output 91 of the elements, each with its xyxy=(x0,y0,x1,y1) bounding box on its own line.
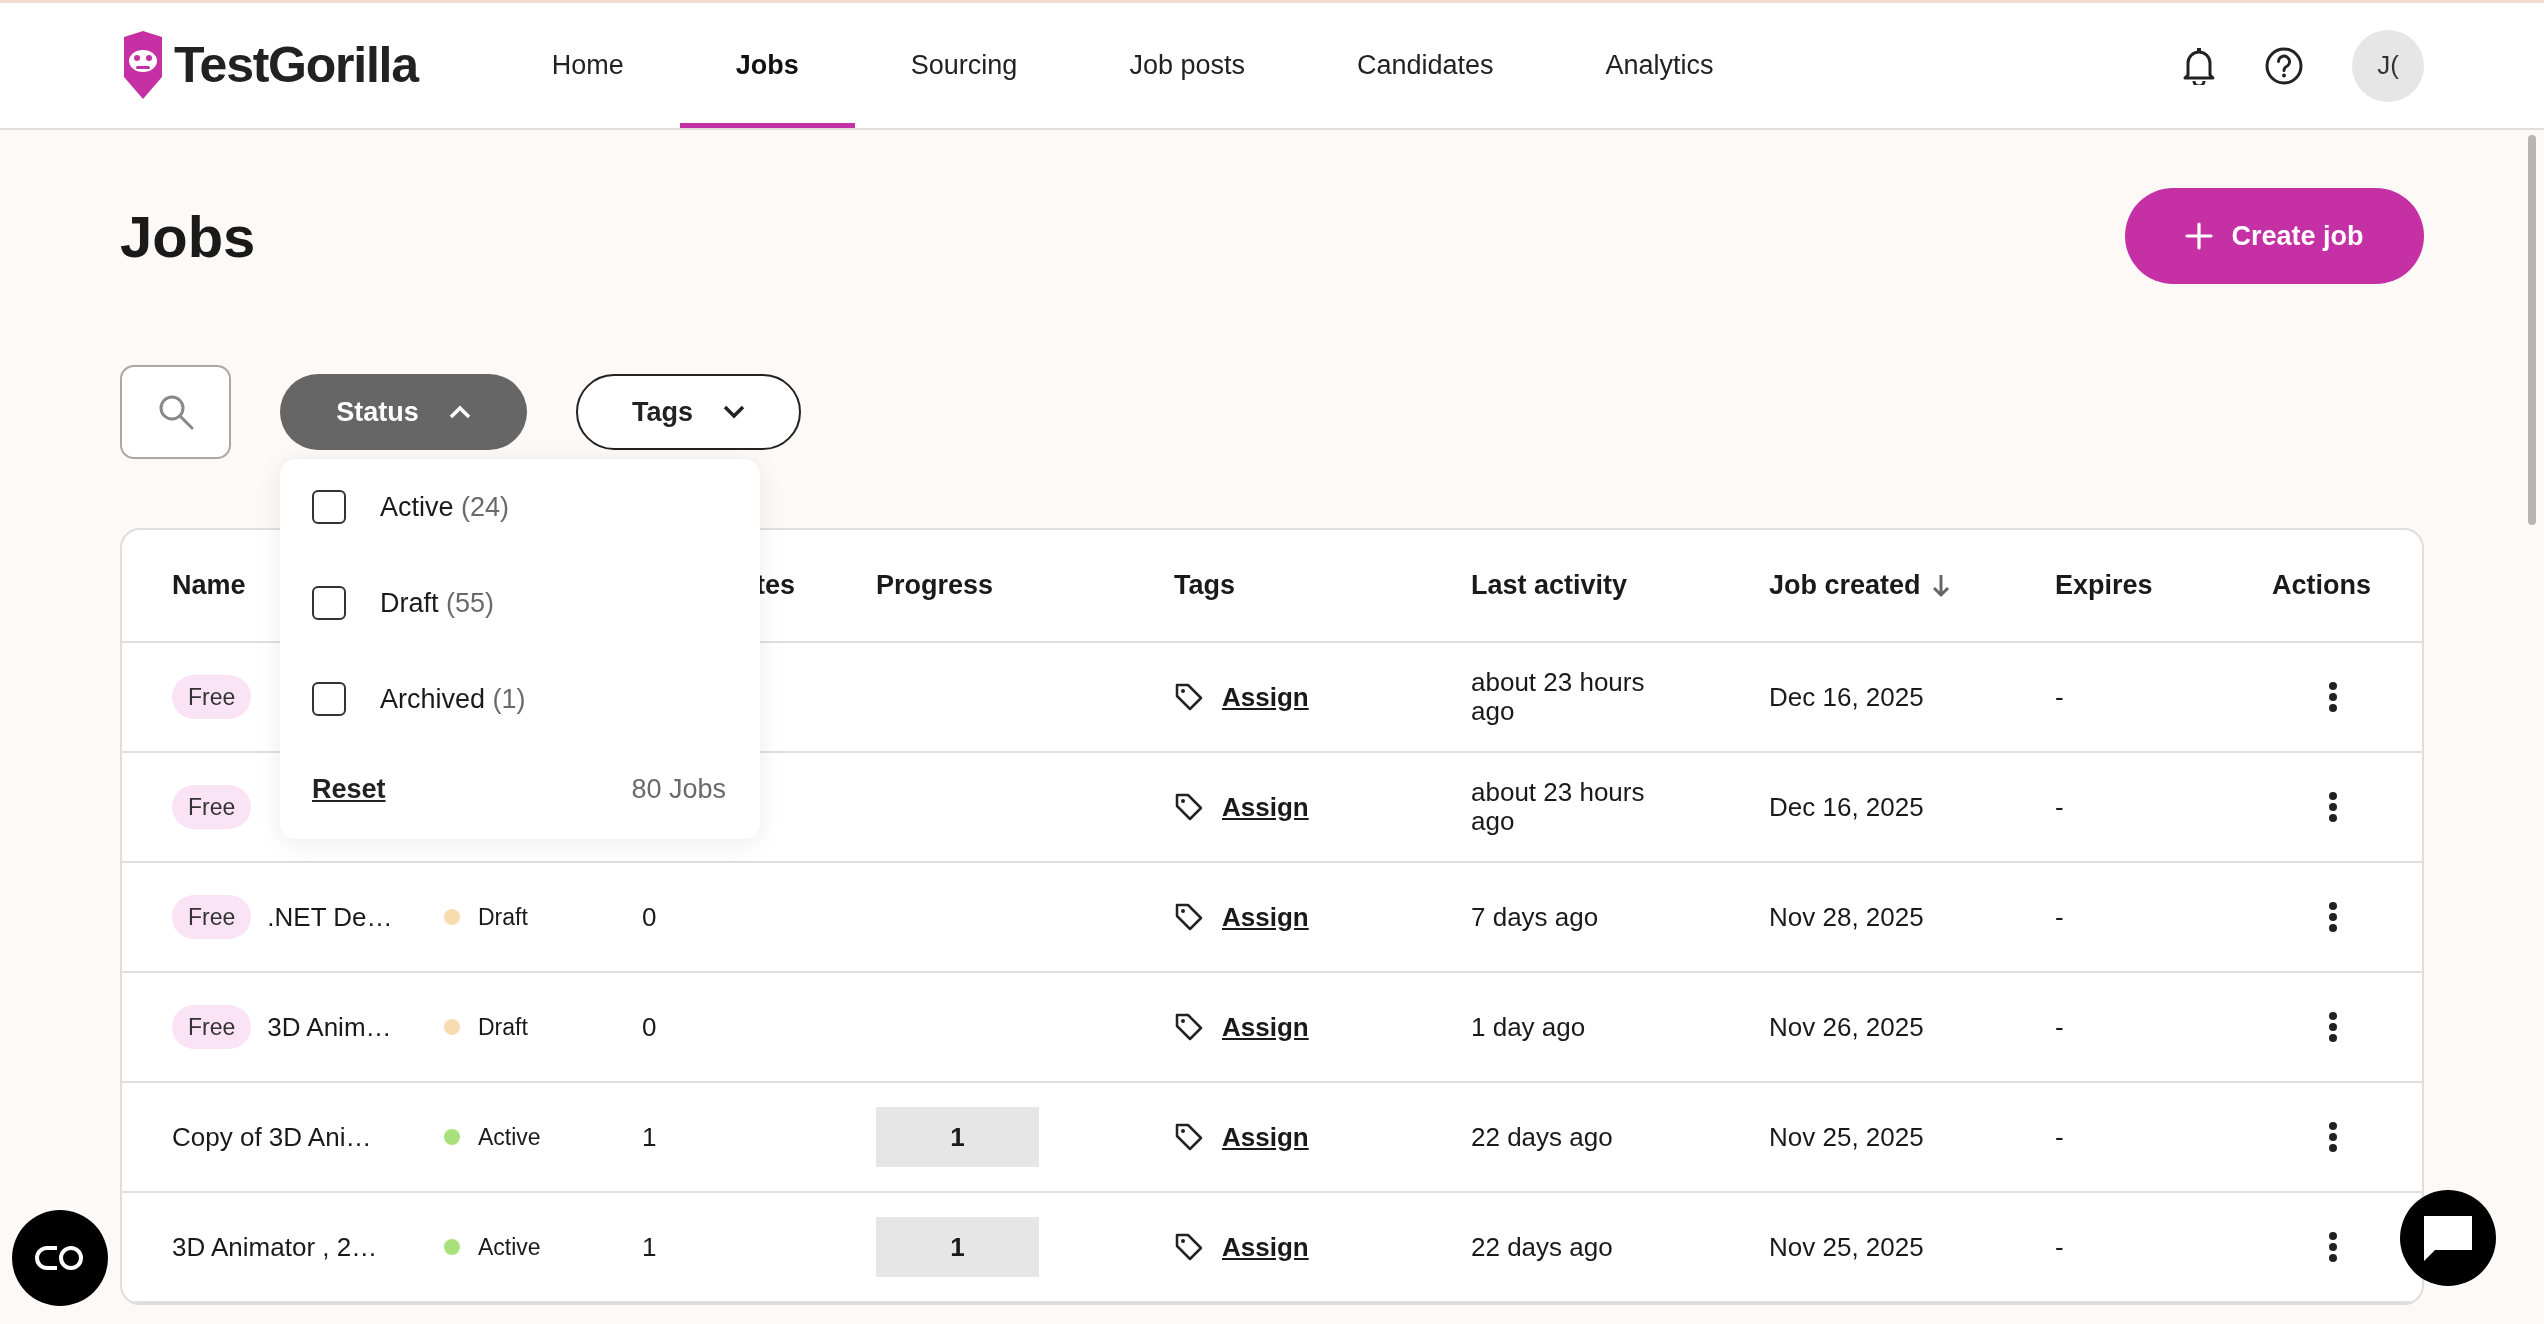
nav-tab[interactable]: Home xyxy=(495,3,680,128)
job-created-date: Nov 28, 2025 xyxy=(1769,900,1925,934)
more-options-icon[interactable] xyxy=(2328,1231,2338,1263)
job-name[interactable]: .NET De… xyxy=(267,897,393,937)
candidates-count: 0 xyxy=(642,901,657,932)
page-title: Jobs xyxy=(120,202,256,271)
progress-count: 1 xyxy=(876,1107,1039,1167)
column-header[interactable]: Job created xyxy=(1769,565,1921,606)
more-options-icon[interactable] xyxy=(2328,1011,2338,1043)
free-badge: Free xyxy=(172,895,252,939)
logo-text: TestGorilla xyxy=(174,36,418,95)
last-activity-text: about 23 hours ago xyxy=(1471,668,1646,726)
job-created-date: Dec 16, 2025 xyxy=(1769,680,1925,714)
progress-count: 1 xyxy=(876,1217,1039,1277)
checkbox[interactable] xyxy=(312,490,346,524)
tag-icon xyxy=(1174,1012,1204,1042)
last-activity-text: 1 day ago xyxy=(1471,1012,1587,1042)
create-job-button[interactable]: Create job xyxy=(2125,188,2424,284)
menu-option[interactable]: Draft (55) xyxy=(312,555,728,651)
expires-text: - xyxy=(2055,1010,2065,1044)
last-activity-text: 7 days ago xyxy=(1471,902,1600,932)
more-options-icon[interactable] xyxy=(2328,901,2338,933)
tag-icon xyxy=(1174,1232,1204,1262)
assign-link[interactable]: Assign xyxy=(1222,787,1309,827)
job-created-date: Dec 16, 2025 xyxy=(1769,790,1925,824)
user-avatar[interactable]: J( xyxy=(2352,29,2424,102)
filter-dropdown[interactable]: Tags xyxy=(576,374,801,450)
jobs-count: 80 Jobs xyxy=(631,773,727,806)
last-activity-text: 22 days ago xyxy=(1471,1122,1614,1152)
more-options-icon[interactable] xyxy=(2328,791,2338,823)
nav-tab[interactable]: Sourcing xyxy=(854,3,1074,128)
status-text: Active xyxy=(478,1232,541,1262)
free-badge: Free xyxy=(172,785,252,829)
caret-down-icon xyxy=(723,405,745,419)
free-badge: Free xyxy=(172,675,252,719)
column-header[interactable]: Name xyxy=(172,565,246,606)
job-created-date: Nov 26, 2025 xyxy=(1769,1010,1925,1044)
free-badge: Free xyxy=(172,1005,252,1049)
search-button[interactable] xyxy=(120,365,231,459)
menu-option[interactable]: Active (24) xyxy=(312,459,728,555)
checkbox[interactable] xyxy=(312,682,346,716)
caret-up-icon xyxy=(448,405,471,419)
menu-option[interactable]: Archived (1) xyxy=(312,651,728,747)
last-activity-text: about 23 hours ago xyxy=(1471,778,1646,836)
tag-icon xyxy=(1174,792,1204,822)
nav-tab[interactable]: Candidates xyxy=(1300,3,1550,128)
expires-text: - xyxy=(2055,680,2065,714)
more-options-icon[interactable] xyxy=(2328,681,2338,713)
tag-icon xyxy=(1174,902,1204,932)
candidates-count: 0 xyxy=(642,1011,657,1042)
column-header[interactable]: Last activity xyxy=(1471,565,1628,606)
column-header[interactable]: Actions xyxy=(2272,565,2371,606)
expires-text: - xyxy=(2055,1120,2065,1154)
status-text: Draft xyxy=(478,902,528,932)
expires-text: - xyxy=(2055,900,2065,934)
assign-link[interactable]: Assign xyxy=(1222,677,1309,717)
assign-link[interactable]: Assign xyxy=(1222,897,1309,937)
assign-link[interactable]: Assign xyxy=(1222,1227,1309,1267)
nav-tab[interactable]: Job posts xyxy=(1073,3,1301,128)
job-created-date: Nov 25, 2025 xyxy=(1769,1120,1925,1154)
more-options-icon[interactable] xyxy=(2328,1121,2338,1153)
reset-link[interactable]: Reset xyxy=(312,769,386,810)
help-icon[interactable] xyxy=(2264,45,2304,86)
column-header[interactable]: Tags xyxy=(1174,565,1235,606)
job-created-date: Nov 25, 2025 xyxy=(1769,1230,1925,1264)
tag-icon xyxy=(1174,1122,1204,1152)
checkbox[interactable] xyxy=(312,586,346,620)
status-text: Draft xyxy=(478,1012,528,1042)
candidates-count: 1 xyxy=(642,1121,657,1152)
assign-link[interactable]: Assign xyxy=(1222,1007,1309,1047)
scrollbar-thumb[interactable] xyxy=(2528,135,2536,525)
chat-icon xyxy=(2421,1213,2475,1263)
expires-text: - xyxy=(2055,1230,2065,1264)
plus-icon xyxy=(2185,222,2214,250)
last-activity-text: 22 days ago xyxy=(1471,1232,1614,1262)
tag-icon xyxy=(1174,682,1204,712)
arrow-down-icon[interactable] xyxy=(1930,572,1951,599)
job-name[interactable]: Copy of 3D Ani… xyxy=(172,1117,372,1157)
nav-tab[interactable]: Jobs xyxy=(679,3,855,128)
expires-text: - xyxy=(2055,790,2065,824)
bell-icon[interactable] xyxy=(2182,46,2216,85)
column-header[interactable]: Progress xyxy=(876,565,994,606)
filter-dropdown[interactable]: Status xyxy=(280,374,527,450)
assign-link[interactable]: Assign xyxy=(1222,1117,1309,1157)
nav-tab[interactable]: Analytics xyxy=(1549,3,1770,128)
link-icon xyxy=(35,1244,85,1272)
job-name[interactable]: 3D Animator , 2… xyxy=(172,1227,378,1267)
status-text: Active xyxy=(478,1122,541,1152)
job-name[interactable]: 3D Anim… xyxy=(267,1007,392,1047)
column-header[interactable]: Expires xyxy=(2055,565,2153,606)
candidates-count: 1 xyxy=(642,1231,657,1262)
